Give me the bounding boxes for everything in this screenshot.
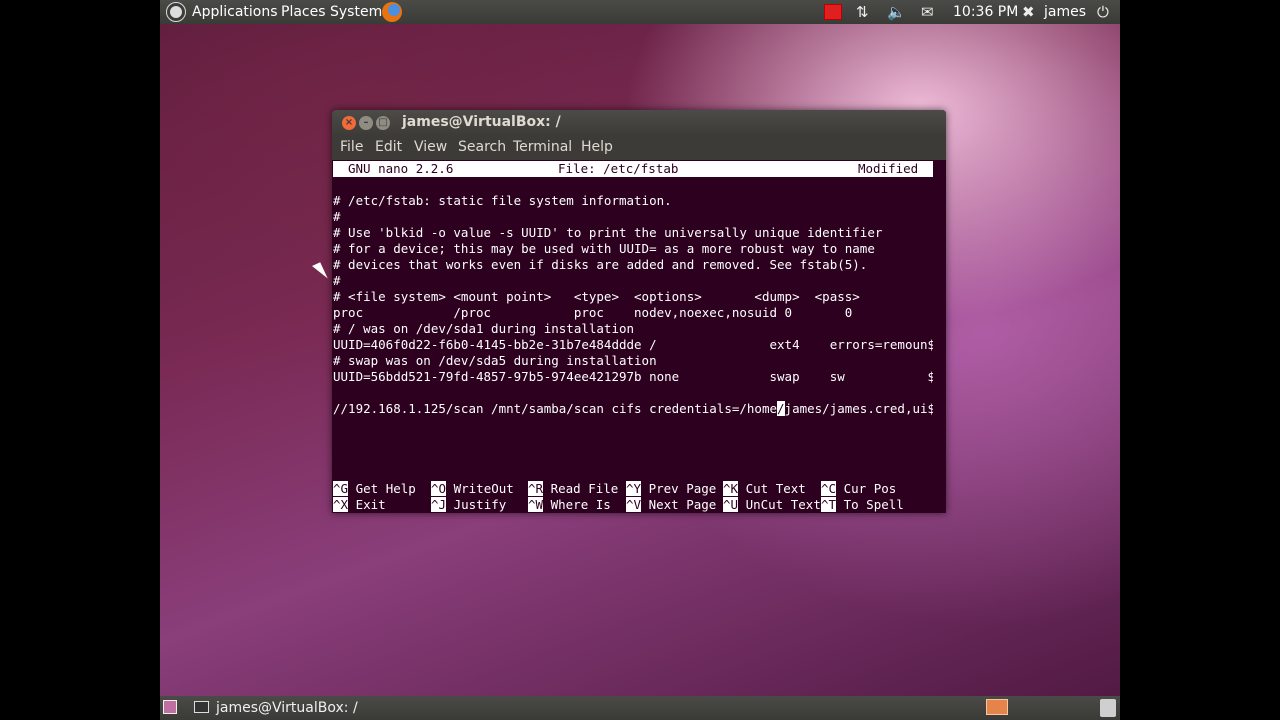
nano-editor[interactable]: GNU nano 2.2.6 File: /etc/fstab Modified…: [333, 160, 936, 513]
mouse-pointer-icon: [312, 262, 328, 283]
shortcut-justify[interactable]: ^J Justify: [431, 497, 521, 513]
menu-edit[interactable]: Edit: [375, 139, 402, 155]
close-icon[interactable]: ×: [342, 116, 356, 130]
file-line: # / was on /dev/sda1 during installation: [333, 321, 635, 336]
volume-icon[interactable]: 🔈: [887, 3, 906, 21]
clock[interactable]: 10:36 PM: [953, 3, 1018, 21]
user-menu[interactable]: james: [1044, 3, 1086, 21]
power-icon[interactable]: ⏻: [1097, 3, 1109, 21]
shortcut-get-help[interactable]: ^G Get Help: [333, 481, 423, 497]
shortcut-writeout[interactable]: ^O WriteOut: [431, 481, 521, 497]
shortcut-next-page[interactable]: ^V Next Page: [626, 497, 716, 513]
text-cursor: /: [777, 401, 785, 416]
workspace-switcher-icon[interactable]: [986, 699, 1008, 715]
edit-line-after: james/james.cred,ui$: [784, 401, 936, 416]
file-line: # swap was on /dev/sda5 during installat…: [333, 353, 657, 368]
menu-help[interactable]: Help: [581, 139, 613, 155]
edit-line[interactable]: //192.168.1.125/scan /mnt/samba/scan cif…: [333, 401, 935, 417]
shortcut-read-file[interactable]: ^R Read File: [528, 481, 618, 497]
mail-icon[interactable]: ✉: [921, 3, 934, 21]
shortcut-cur-pos[interactable]: ^C Cur Pos: [821, 481, 896, 497]
file-line: UUID=406f0d22-f6b0-4145-bb2e-31b7e484ddd…: [333, 337, 936, 352]
taskbar-terminal-label: james@VirtualBox: /: [216, 700, 358, 716]
system-menu[interactable]: System: [330, 3, 382, 21]
trash-icon[interactable]: [1100, 699, 1116, 717]
applications-menu[interactable]: Applications: [192, 3, 278, 21]
menu-terminal[interactable]: Terminal: [513, 139, 572, 155]
file-line: proc /proc proc nodev,noexec,nosuid 0 0: [333, 305, 853, 320]
terminal-menubar: File Edit View Search Terminal Help: [332, 136, 946, 160]
menu-file[interactable]: File: [340, 139, 363, 155]
notification-icon[interactable]: [824, 4, 842, 20]
file-line: # devices that works even if disks are a…: [333, 257, 868, 272]
shortcut-to-spell[interactable]: ^T To Spell: [821, 497, 904, 513]
nano-filename: File: /etc/fstab: [558, 161, 679, 176]
show-desktop-icon[interactable]: [163, 700, 177, 714]
places-menu[interactable]: Places: [281, 3, 326, 21]
edit-line-before: //192.168.1.125/scan /mnt/samba/scan cif…: [333, 401, 778, 416]
file-line: # <file system> <mount point> <type> <op…: [333, 289, 860, 304]
window-title: james@VirtualBox: /: [402, 114, 561, 130]
ubuntu-logo-icon[interactable]: [166, 2, 186, 22]
user-status-icon[interactable]: ✖: [1022, 3, 1035, 21]
terminal-window: × – □ james@VirtualBox: / File Edit View…: [332, 110, 946, 513]
menu-view[interactable]: View: [414, 139, 447, 155]
desktop: Applications Places System ⇅ 🔈 ✉ 10:36 P…: [160, 0, 1120, 720]
file-line: #: [333, 273, 341, 288]
shortcut-uncut-text[interactable]: ^U UnCut Text: [723, 497, 821, 513]
file-line: # for a device; this may be used with UU…: [333, 241, 875, 256]
nano-modified-status: Modified: [858, 161, 919, 176]
minimize-icon[interactable]: –: [359, 116, 373, 130]
file-line: UUID=56bdd521-79fd-4857-97b5-974ee421297…: [333, 369, 936, 384]
shortcut-where-is[interactable]: ^W Where Is: [528, 497, 618, 513]
shortcut-prev-page[interactable]: ^Y Prev Page: [626, 481, 716, 497]
menu-search[interactable]: Search: [458, 139, 506, 155]
nano-version: GNU nano 2.2.6: [348, 161, 454, 176]
shortcut-cut-text[interactable]: ^K Cut Text: [723, 481, 813, 497]
taskbar-terminal-button[interactable]: james@VirtualBox: /: [190, 697, 364, 719]
window-titlebar[interactable]: × – □ james@VirtualBox: /: [332, 110, 946, 136]
file-line: # Use 'blkid -o value -s UUID' to print …: [333, 225, 883, 240]
bottom-panel: james@VirtualBox: /: [160, 696, 1120, 720]
shortcut-exit[interactable]: ^X Exit: [333, 497, 423, 513]
network-icon[interactable]: ⇅: [856, 3, 869, 21]
terminal-icon: [194, 701, 209, 713]
top-panel: Applications Places System ⇅ 🔈 ✉ 10:36 P…: [160, 0, 1120, 24]
maximize-icon[interactable]: □: [376, 116, 390, 130]
nano-title-bar: GNU nano 2.2.6 File: /etc/fstab Modified: [333, 161, 933, 177]
firefox-icon[interactable]: [382, 2, 402, 22]
file-line: # /etc/fstab: static file system informa…: [333, 193, 672, 208]
terminal-scrollbar[interactable]: [933, 160, 946, 513]
file-line: #: [333, 209, 341, 224]
